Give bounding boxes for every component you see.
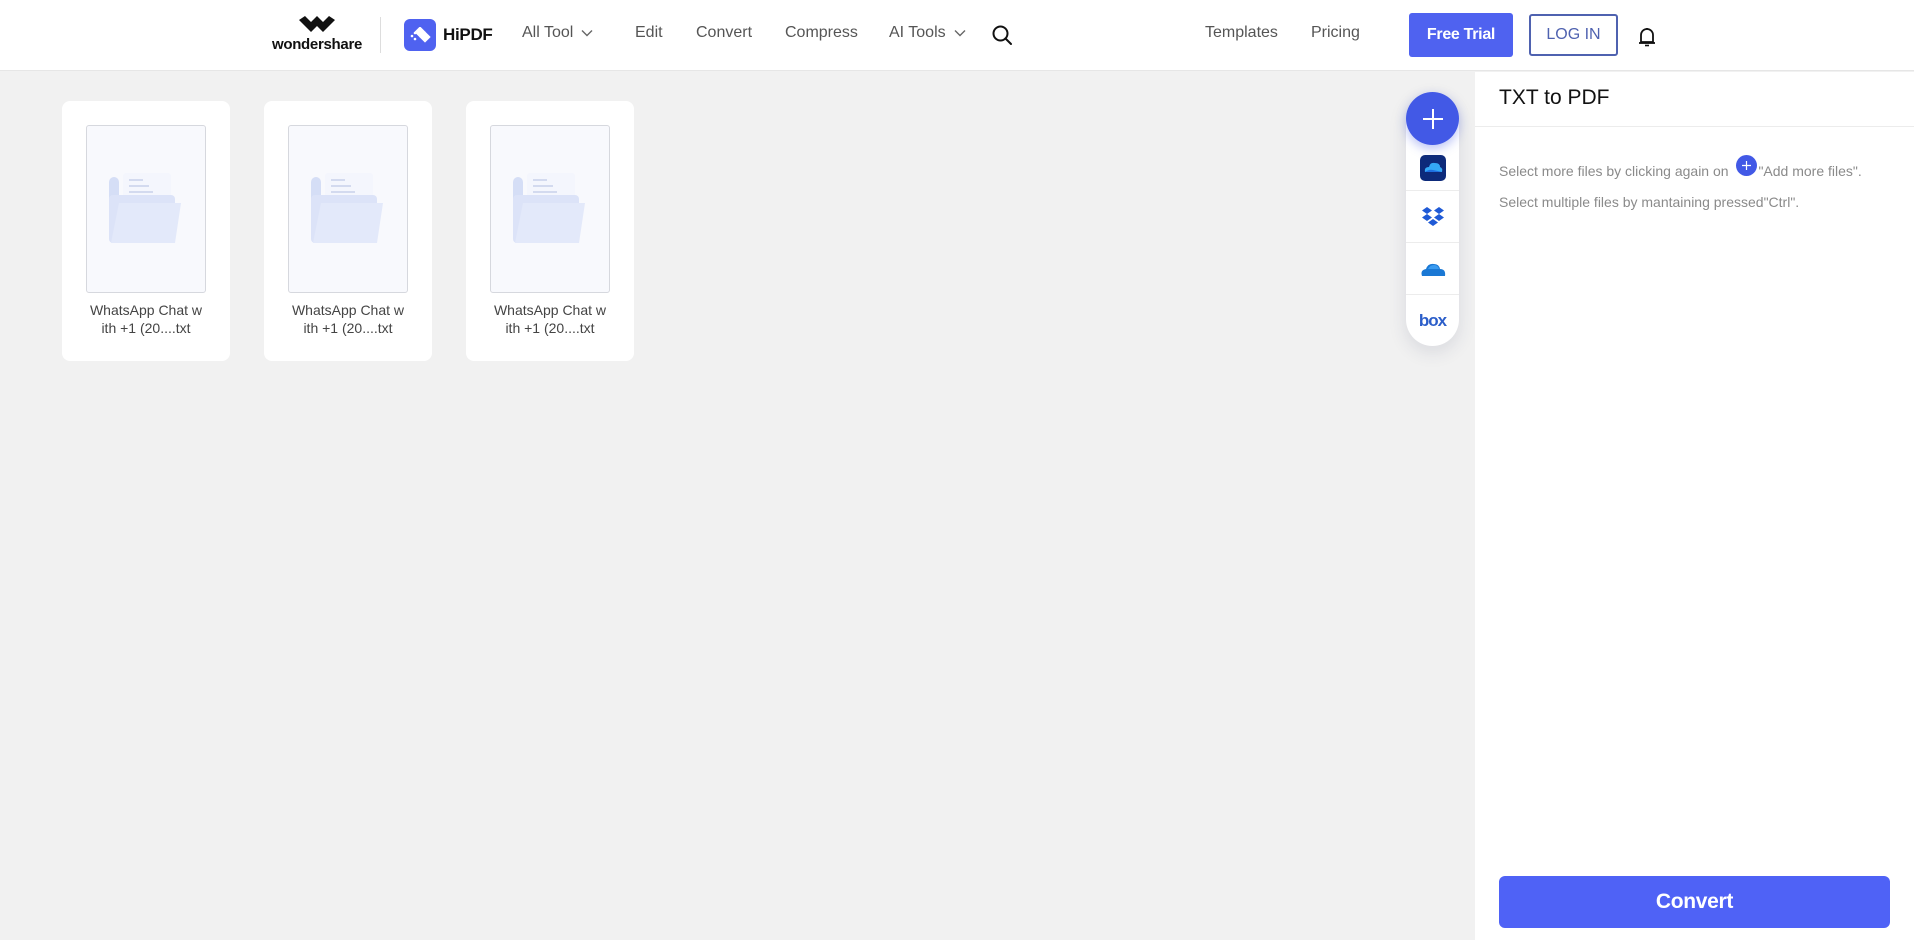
wondershare-logo[interactable]: wondershare bbox=[271, 16, 363, 56]
file-thumbnail bbox=[288, 125, 408, 293]
file-name-line2: ith +1 (20....txt bbox=[505, 320, 595, 336]
nav-templates[interactable]: Templates bbox=[1205, 24, 1278, 42]
hint1-text: Select more files by clicking again on bbox=[1499, 162, 1733, 179]
file-card[interactable]: WhatsApp Chat w ith +1 (20....txt bbox=[62, 101, 230, 361]
nav-pricing-label: Pricing bbox=[1311, 24, 1360, 41]
nav-pricing[interactable]: Pricing bbox=[1311, 24, 1360, 42]
file-name-line1: WhatsApp Chat w bbox=[291, 302, 405, 318]
file-name: WhatsApp Chat w ith +1 (20....txt bbox=[274, 301, 422, 337]
hint-multiple-files: Select multiple files by mantaining pres… bbox=[1499, 194, 1800, 210]
nav-compress-label: Compress bbox=[785, 24, 858, 41]
dropbox-button[interactable] bbox=[1406, 191, 1459, 243]
nav-ai-tools-label: AI Tools bbox=[889, 24, 946, 41]
plus-icon bbox=[1736, 155, 1758, 176]
nav-convert[interactable]: Convert bbox=[696, 24, 752, 42]
nav-compress[interactable]: Compress bbox=[785, 24, 858, 42]
nav-all-tool-label: All Tool bbox=[522, 24, 574, 41]
search-icon[interactable] bbox=[991, 24, 1013, 46]
file-name-line2: ith +1 (20....txt bbox=[303, 320, 393, 336]
file-card[interactable]: WhatsApp Chat w ith +1 (20....txt bbox=[264, 101, 432, 361]
nav-convert-label: Convert bbox=[696, 24, 753, 41]
file-name-line2: ith +1 (20....txt bbox=[101, 320, 191, 336]
conversion-panel: TXT to PDF Select more files by clicking… bbox=[1475, 72, 1914, 940]
wondershare-mark-icon bbox=[299, 16, 335, 32]
file-card[interactable]: WhatsApp Chat w ith +1 (20....txt bbox=[466, 101, 634, 361]
chevron-down-icon bbox=[581, 30, 593, 37]
onedrive-button[interactable] bbox=[1406, 243, 1459, 295]
panel-title: TXT to PDF bbox=[1499, 86, 1610, 109]
nav-ai-tools[interactable]: AI Tools bbox=[889, 24, 966, 42]
file-name: WhatsApp Chat w ith +1 (20....txt bbox=[72, 301, 220, 337]
box-button[interactable]: box bbox=[1406, 295, 1459, 347]
nav-edit[interactable]: Edit bbox=[635, 24, 663, 42]
top-nav-bar: wondershare HiPDF All Tool Edit Convert … bbox=[0, 0, 1914, 71]
nav-all-tool[interactable]: All Tool bbox=[522, 24, 593, 42]
file-name: WhatsApp Chat w ith +1 (20....txt bbox=[476, 301, 624, 337]
box-icon: box bbox=[1418, 311, 1447, 330]
file-name-line1: WhatsApp Chat w bbox=[493, 302, 607, 318]
hint-add-more-files: Select more files by clicking again on "… bbox=[1499, 155, 1862, 181]
free-trial-button[interactable]: Free Trial bbox=[1409, 13, 1513, 57]
folder-document-icon bbox=[311, 173, 383, 243]
panel-divider bbox=[1475, 126, 1914, 127]
plus-icon bbox=[1422, 108, 1443, 129]
convert-button[interactable]: Convert bbox=[1499, 876, 1890, 928]
bell-icon[interactable] bbox=[1637, 26, 1657, 48]
wondershare-cloud-icon bbox=[1419, 155, 1446, 181]
nav-edit-label: Edit bbox=[635, 24, 663, 41]
file-thumbnail bbox=[86, 125, 206, 293]
login-button[interactable]: LOG IN bbox=[1529, 14, 1618, 56]
hint1-quote: "Add more files". bbox=[1758, 162, 1862, 179]
onedrive-icon bbox=[1421, 263, 1445, 276]
nav-templates-label: Templates bbox=[1205, 24, 1278, 41]
wondershare-wordmark: wondershare bbox=[271, 36, 363, 53]
header-divider bbox=[380, 17, 381, 53]
hipdf-logo[interactable]: HiPDF bbox=[404, 19, 493, 51]
file-name-line1: WhatsApp Chat w bbox=[89, 302, 203, 318]
wondershare-cloud-button[interactable] bbox=[1406, 142, 1459, 194]
hipdf-badge-icon bbox=[404, 19, 436, 51]
folder-document-icon bbox=[513, 173, 585, 243]
add-more-files-button[interactable] bbox=[1406, 92, 1459, 145]
folder-document-icon bbox=[109, 173, 181, 243]
dropbox-icon bbox=[1421, 207, 1444, 226]
chevron-down-icon bbox=[954, 30, 966, 37]
hipdf-name: HiPDF bbox=[443, 25, 493, 44]
file-source-toolbar: box bbox=[1406, 92, 1459, 346]
file-thumbnail bbox=[490, 125, 610, 293]
